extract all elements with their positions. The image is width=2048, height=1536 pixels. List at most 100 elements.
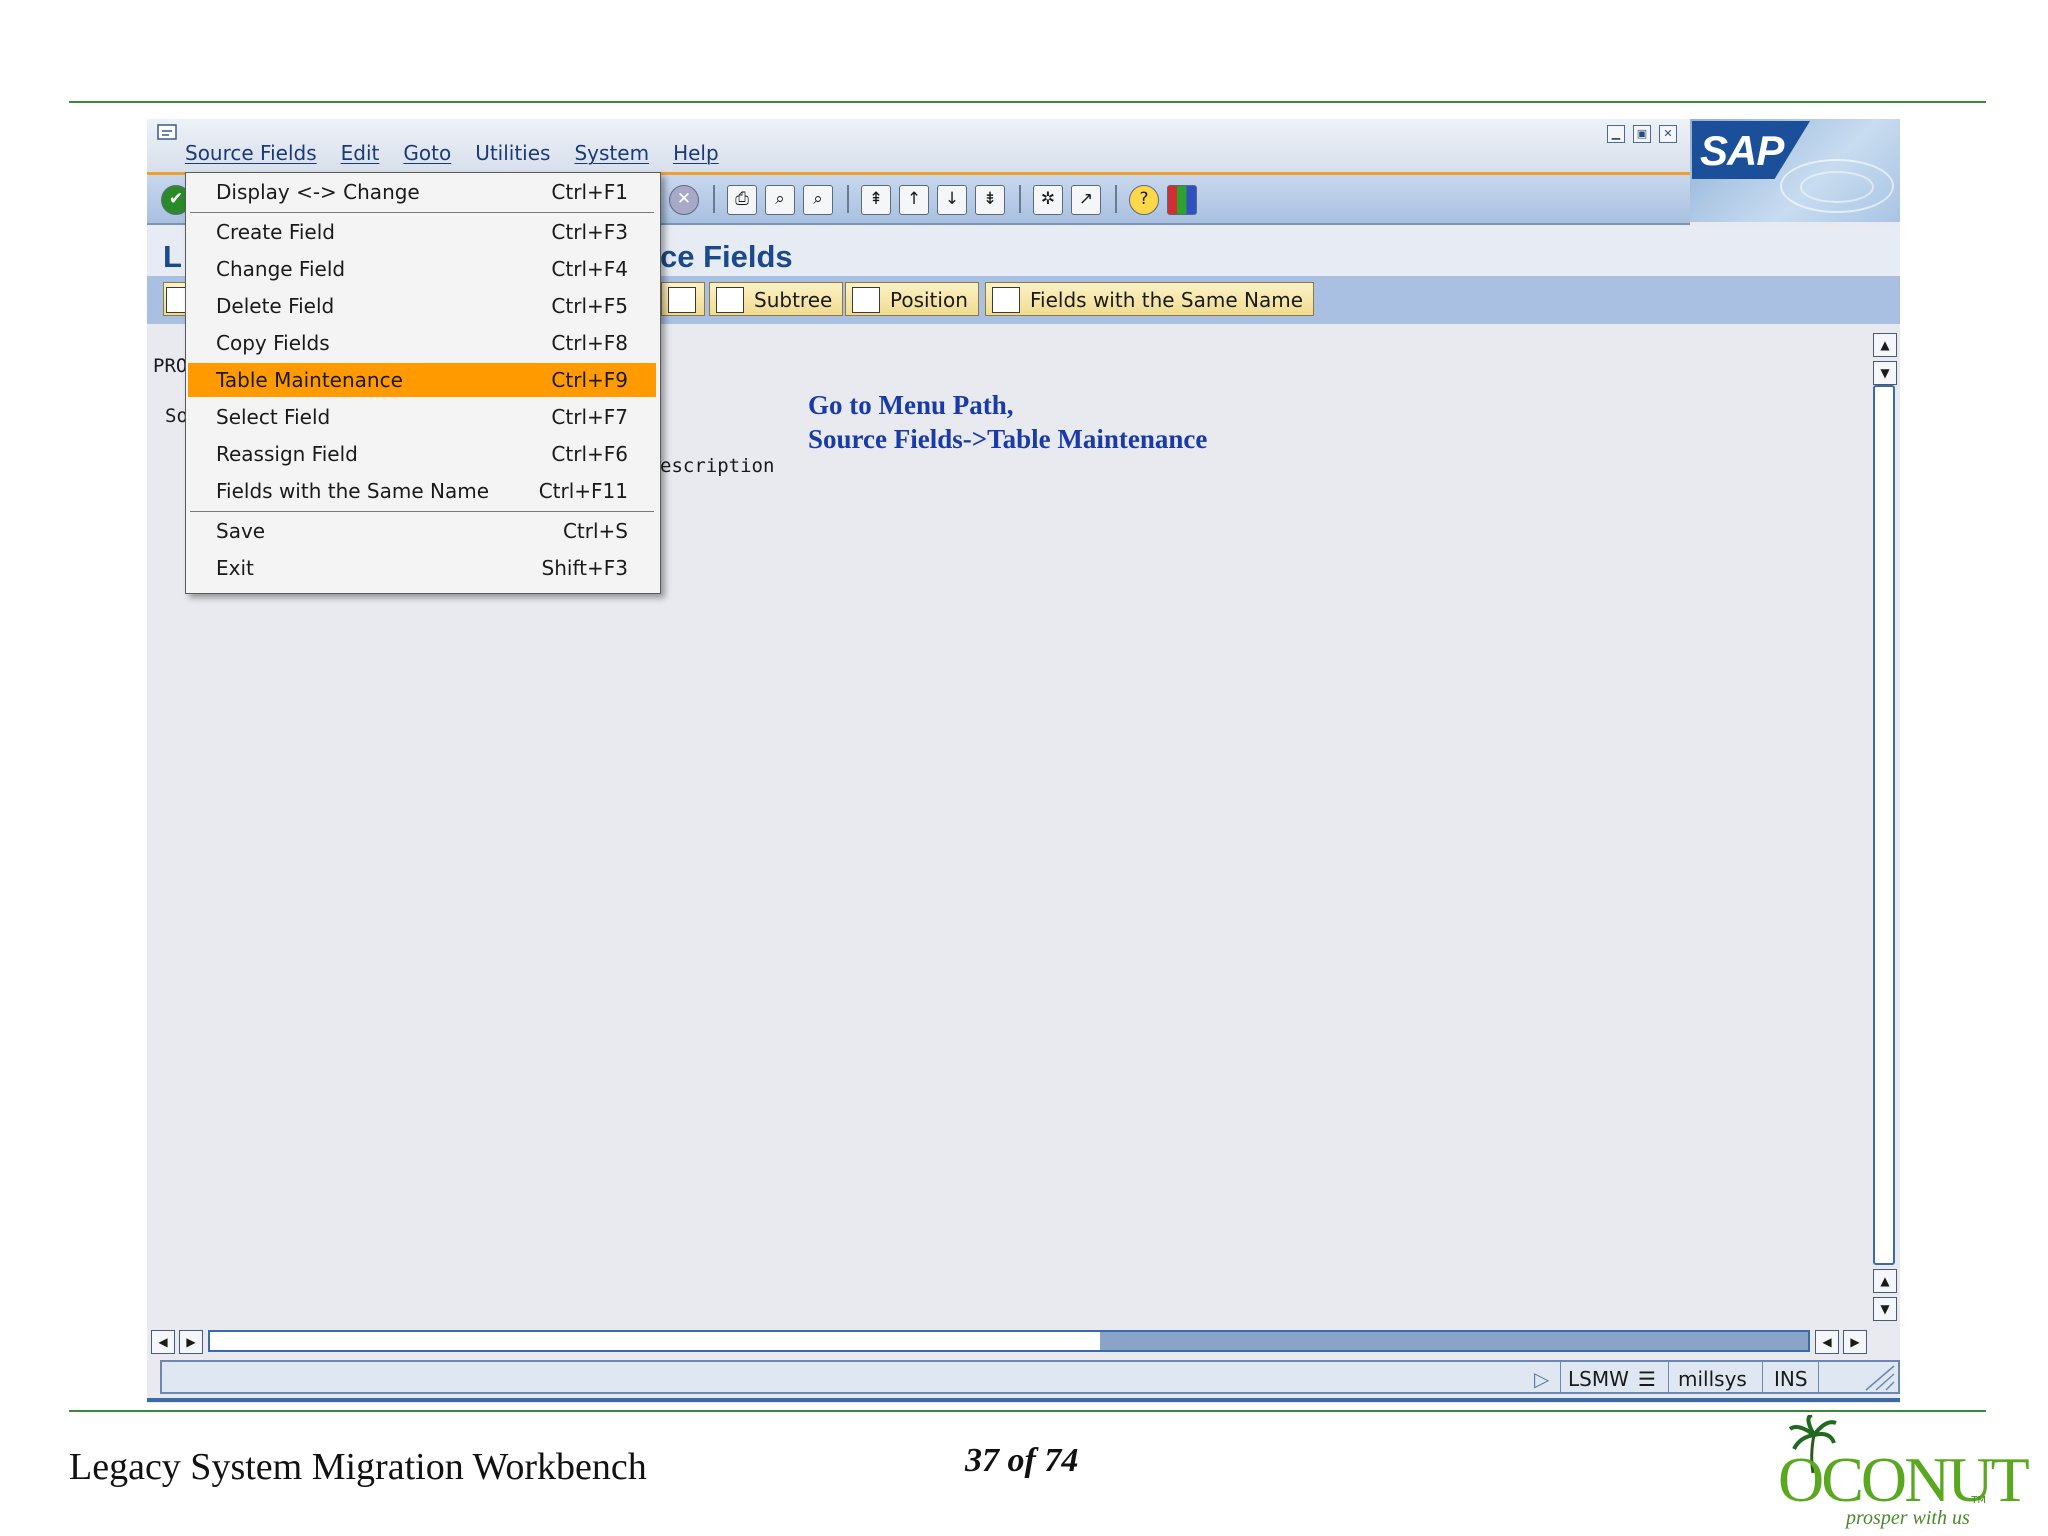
logo-text: OCONUT xyxy=(1778,1444,2030,1515)
same-name-button[interactable]: Fields with the Same Name xyxy=(985,282,1315,316)
menu-item-shortcut: Ctrl+F4 xyxy=(551,257,628,281)
cancel-icon[interactable]: ✕ xyxy=(669,185,699,215)
menu-system[interactable]: System xyxy=(574,141,649,165)
sap-logo: SAP xyxy=(1690,119,1900,222)
print-icon[interactable]: ⎙ xyxy=(727,185,757,215)
menu-item-label: Create Field xyxy=(216,220,335,244)
previous-page-icon[interactable]: ↑ xyxy=(899,185,929,215)
scroll-up-icon[interactable]: ▲ xyxy=(1873,1269,1897,1293)
menu-item-table-maintenance[interactable]: Table Maintenance Ctrl+F9 xyxy=(188,363,656,397)
program-label: PRO xyxy=(153,355,188,377)
menu-source-fields[interactable]: Source Fields xyxy=(185,141,317,165)
menu-bar: Source Fields Edit Goto Utilities System… xyxy=(147,119,1900,175)
status-divider xyxy=(1560,1362,1561,1392)
sap-window: Source Fields Edit Goto Utilities System… xyxy=(147,119,1900,1403)
menu-item-shortcut: Ctrl+F6 xyxy=(551,442,628,466)
instruction-annotation: Go to Menu Path, Source Fields->Table Ma… xyxy=(808,388,1207,456)
window-bottom-border xyxy=(147,1398,1900,1402)
status-expand-icon[interactable]: ▷ xyxy=(1534,1367,1549,1391)
first-page-icon[interactable]: ⇞ xyxy=(861,185,891,215)
horizontal-scroll-thumb[interactable] xyxy=(210,1332,1100,1350)
menu-item-label: Change Field xyxy=(216,257,346,281)
menu-item-label: Delete Field xyxy=(216,294,335,318)
vertical-scroll-track[interactable] xyxy=(1873,385,1895,1265)
menu-item-exit[interactable]: Exit Shift+F3 xyxy=(188,551,656,585)
menu-item-label: Table Maintenance xyxy=(216,368,403,392)
scroll-left-icon[interactable]: ◀ xyxy=(151,1330,175,1354)
vertical-scrollbar[interactable]: ▲ ▼ ▲ ▼ xyxy=(1869,329,1900,1325)
resize-grip-icon[interactable] xyxy=(1862,1364,1896,1392)
menu-item-copy-fields[interactable]: Copy Fields Ctrl+F8 xyxy=(188,326,656,360)
toolbar-separator xyxy=(713,185,715,213)
menu-help[interactable]: Help xyxy=(673,141,719,165)
menu-item-shortcut: Ctrl+F5 xyxy=(551,294,628,318)
menu-item-shortcut: Ctrl+S xyxy=(562,519,628,543)
menu-item-label: Save xyxy=(216,519,266,543)
horizontal-scroll-track[interactable] xyxy=(208,1330,1810,1352)
find-next-icon[interactable]: ⌕ xyxy=(803,185,833,215)
page-number: 37 of 74 xyxy=(965,1442,1079,1479)
logo-tagline: prosper with us xyxy=(1846,1507,1970,1529)
position-icon xyxy=(852,287,880,313)
expand-button[interactable] xyxy=(661,282,705,316)
menu-item-label: Select Field xyxy=(216,405,331,429)
menu-edit[interactable]: Edit xyxy=(341,141,380,165)
menu-item-select-field[interactable]: Select Field Ctrl+F7 xyxy=(188,400,656,434)
status-divider xyxy=(1668,1362,1669,1392)
subtree-button[interactable]: Subtree xyxy=(709,282,844,316)
close-icon[interactable]: ✕ xyxy=(1659,125,1677,143)
scroll-right-icon[interactable]: ▶ xyxy=(1843,1330,1867,1354)
status-transaction: LSMW xyxy=(1568,1367,1629,1391)
find-icon[interactable]: ⌕ xyxy=(765,185,795,215)
minimize-icon[interactable]: ▁ xyxy=(1607,125,1625,143)
menu-item-change-field[interactable]: Change Field Ctrl+F4 xyxy=(188,252,656,286)
restore-icon[interactable]: ▣ xyxy=(1633,125,1651,143)
menu-item-shortcut: Ctrl+F11 xyxy=(538,479,628,503)
status-divider xyxy=(1762,1362,1763,1392)
description-label: escription xyxy=(660,455,775,477)
menu-item-create-field[interactable]: Create Field Ctrl+F3 xyxy=(188,215,656,249)
help-icon[interactable]: ? xyxy=(1129,185,1159,215)
expand-icon xyxy=(668,287,696,313)
next-page-icon[interactable]: ↓ xyxy=(937,185,967,215)
horizontal-scrollbar[interactable]: ◀ ▶ ◀ ▶ xyxy=(147,1326,1900,1354)
scroll-up-icon[interactable]: ▲ xyxy=(1873,333,1897,357)
menu-item-shortcut: Ctrl+F3 xyxy=(551,220,628,244)
menu-item-delete-field[interactable]: Delete Field Ctrl+F5 xyxy=(188,289,656,323)
shortcut-icon[interactable]: ↗ xyxy=(1071,185,1101,215)
session-list-icon[interactable]: ☰ xyxy=(1638,1367,1656,1391)
position-button[interactable]: Position xyxy=(845,282,979,316)
menu-item-save[interactable]: Save Ctrl+S xyxy=(188,514,656,548)
scroll-left-icon[interactable]: ◀ xyxy=(1815,1330,1839,1354)
menu-goto[interactable]: Goto xyxy=(403,141,451,165)
layout-menu-icon[interactable] xyxy=(1167,185,1197,215)
menu-item-shortcut: Ctrl+F7 xyxy=(551,405,628,429)
menu-item-display-change[interactable]: Display <-> Change Ctrl+F1 xyxy=(188,175,656,209)
menu-item-label: Display <-> Change xyxy=(216,180,420,204)
toolbar-separator xyxy=(1115,185,1117,213)
scroll-down-icon[interactable]: ▼ xyxy=(1873,361,1897,385)
same-name-label: Fields with the Same Name xyxy=(1030,288,1304,312)
last-page-icon[interactable]: ⇟ xyxy=(975,185,1005,215)
page-title-prefix: L xyxy=(163,239,182,274)
system-menu-icon[interactable] xyxy=(157,123,179,141)
menu-item-shortcut: Ctrl+F1 xyxy=(551,180,628,204)
source-fields-dropdown: Display <-> Change Ctrl+F1 Create Field … xyxy=(185,172,661,594)
toolbar-separator xyxy=(847,185,849,213)
footer-title: Legacy System Migration Workbench xyxy=(69,1446,647,1488)
menu-utilities[interactable]: Utilities xyxy=(475,141,550,165)
menu-item-label: Reassign Field xyxy=(216,442,358,466)
window-controls: ▁ ▣ ✕ xyxy=(1607,125,1677,143)
menu-item-label: Copy Fields xyxy=(216,331,330,355)
scroll-down-icon[interactable]: ▼ xyxy=(1873,1297,1897,1321)
status-bar: ▷ LSMW ☰ millsys INS xyxy=(160,1360,1900,1394)
menu-item-same-name[interactable]: Fields with the Same Name Ctrl+F11 xyxy=(188,474,656,508)
toolbar-separator xyxy=(1019,185,1021,213)
status-divider xyxy=(1818,1362,1819,1392)
same-name-icon xyxy=(992,287,1020,313)
new-session-icon[interactable]: ✲ xyxy=(1033,185,1063,215)
position-label: Position xyxy=(890,288,968,312)
scroll-right-icon[interactable]: ▶ xyxy=(179,1330,203,1354)
menu-item-reassign-field[interactable]: Reassign Field Ctrl+F6 xyxy=(188,437,656,471)
logo-ripple xyxy=(1800,171,1874,203)
